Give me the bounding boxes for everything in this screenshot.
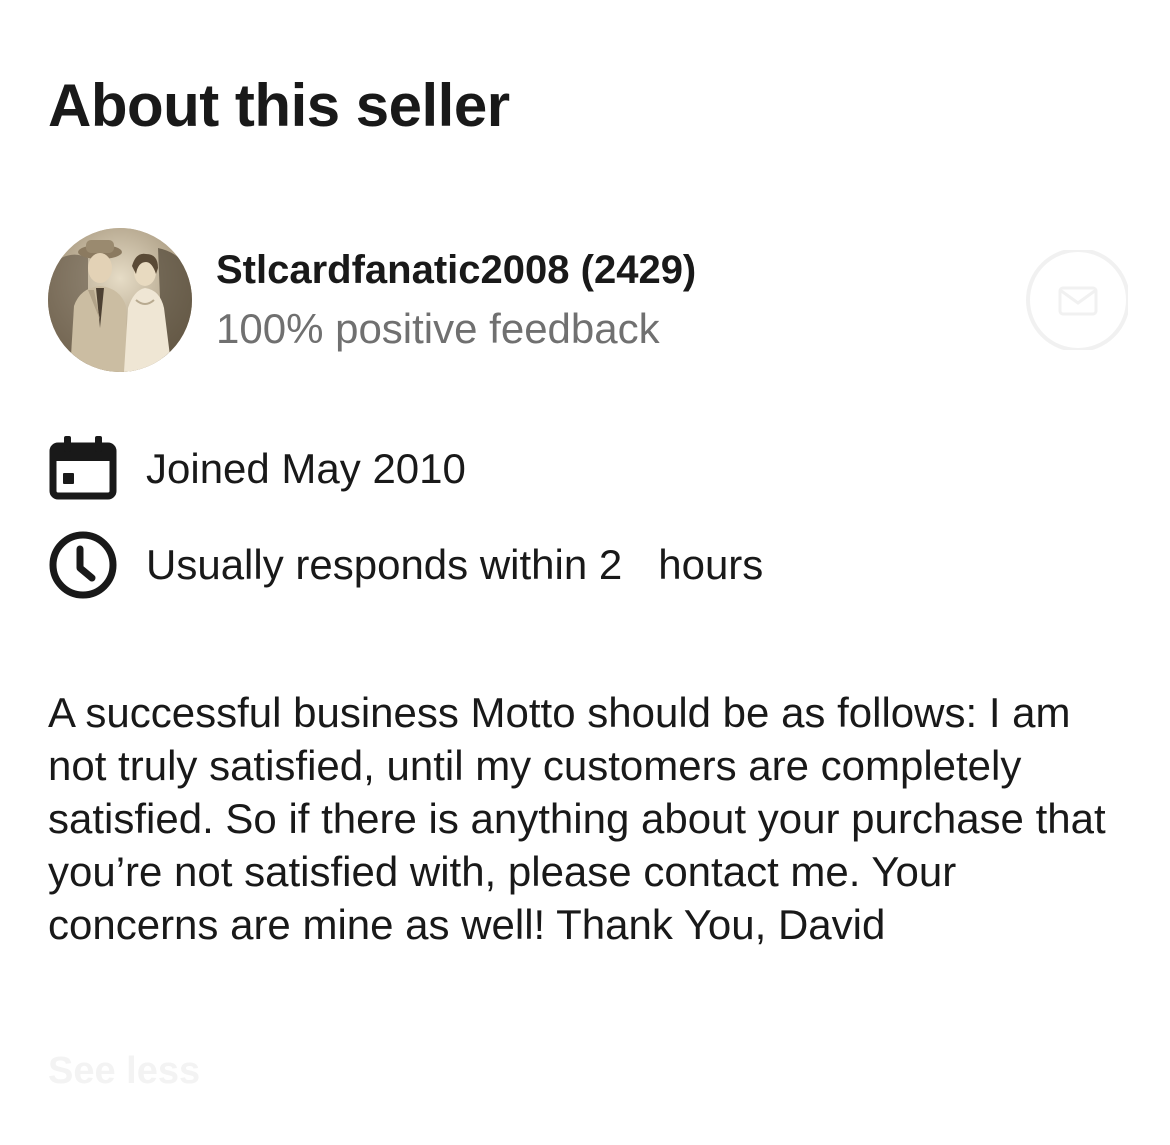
message-icon — [1026, 250, 1128, 350]
section-title: About this seller — [48, 72, 510, 139]
see-less-link[interactable]: See less — [48, 1050, 200, 1093]
joined-date: Joined May 2010 — [146, 445, 466, 492]
response-time-suffix: hours — [658, 541, 764, 588]
response-time: Usually responds within 2 hours — [146, 540, 763, 590]
contact-seller-button[interactable] — [1018, 250, 1128, 350]
seller-feedback: 100% positive feedback — [216, 305, 660, 352]
clock-icon — [48, 530, 120, 602]
calendar-icon — [48, 434, 120, 506]
seller-description: A successful business Motto should be as… — [48, 689, 1106, 948]
response-time-prefix: Usually responds within 2 — [146, 541, 623, 588]
avatar-photo — [48, 228, 192, 372]
seller-name[interactable]: Stlcardfanatic2008 (2429) — [216, 246, 696, 294]
joined-row: Joined May 2010 — [48, 434, 1128, 504]
seller-avatar[interactable] — [48, 228, 192, 372]
seller-card: Stlcardfanatic2008 (2429) 100% positive … — [48, 228, 1128, 372]
response-time-row: Usually responds within 2 hours — [48, 530, 1128, 600]
